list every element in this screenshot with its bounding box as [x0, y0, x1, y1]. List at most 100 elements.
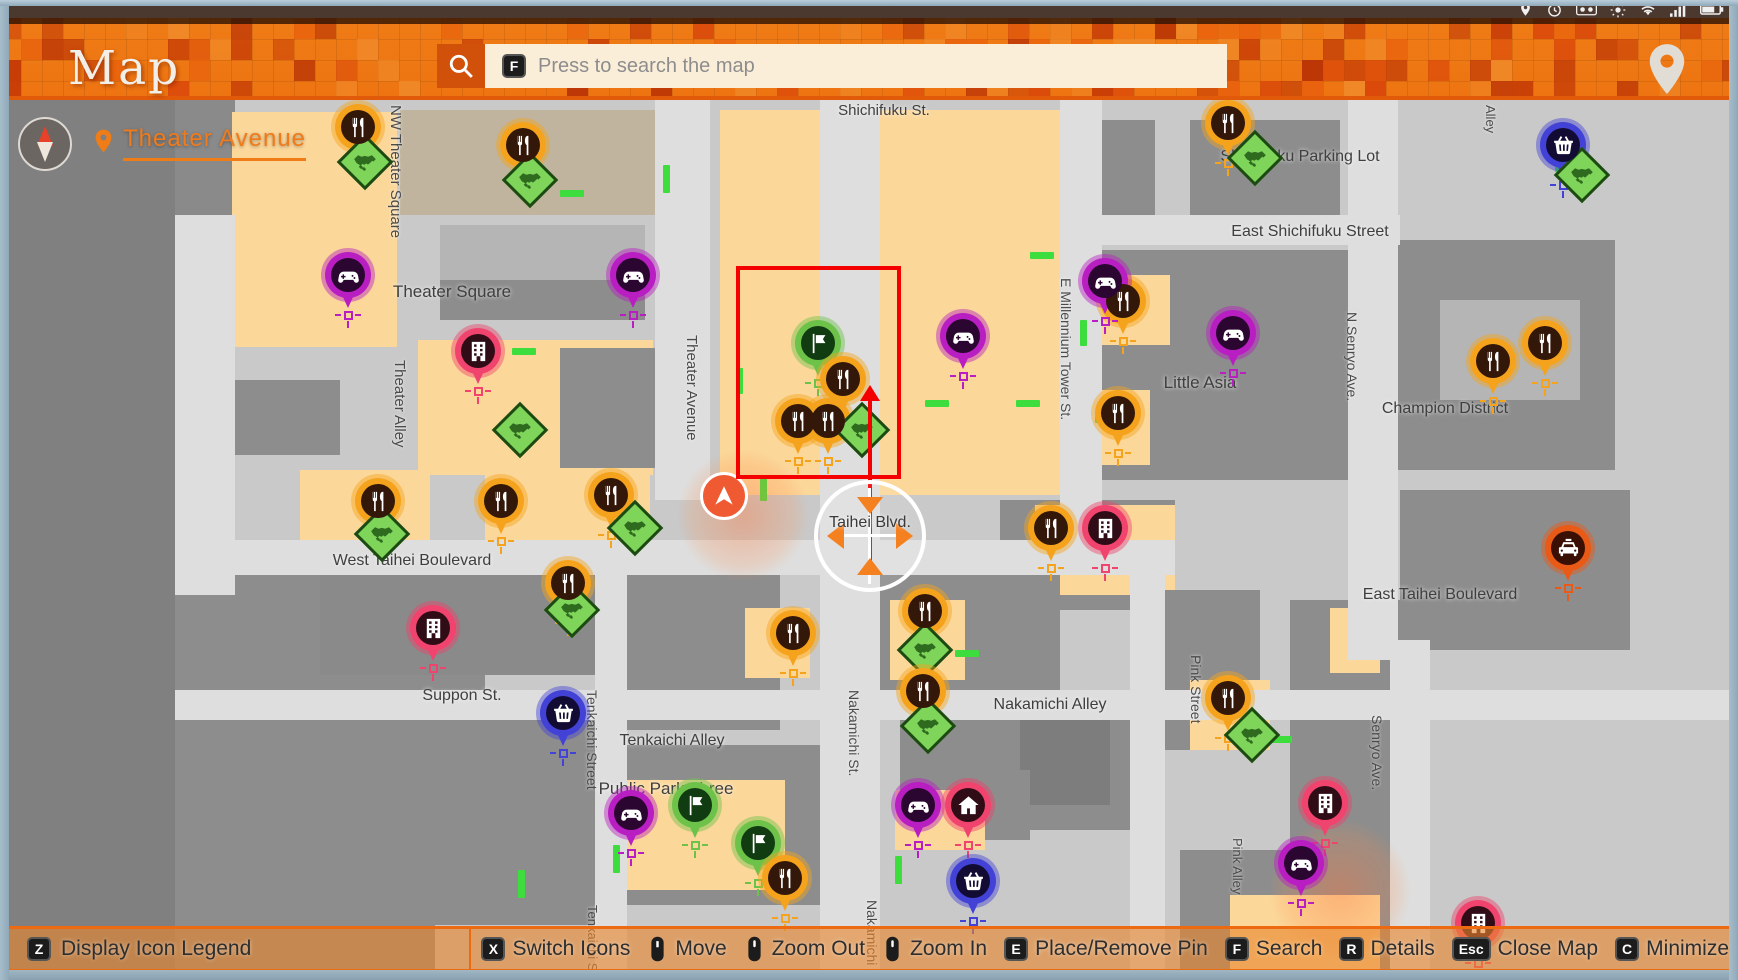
handshake-icon [503, 413, 537, 447]
map-pin-arcade[interactable] [891, 778, 945, 840]
cutlery-icon [1476, 344, 1510, 378]
map-pin-business[interactable] [406, 601, 460, 663]
control-hint-zoom-in[interactable]: Zoom In [882, 935, 987, 963]
street-label: NW Theater Square [387, 105, 404, 239]
control-hint-label: Minimize [1646, 937, 1729, 960]
flag-icon [741, 826, 775, 860]
building-icon [461, 334, 495, 368]
key-badge: F [1224, 937, 1249, 961]
map-pin-arcade[interactable] [606, 248, 660, 310]
cutlery-icon [1034, 511, 1068, 545]
pin-ground-anchor [1220, 366, 1246, 386]
mosaic-tile [336, 60, 357, 81]
control-hint-search[interactable]: F Search [1224, 937, 1322, 961]
map-pin-arcade[interactable] [321, 248, 375, 310]
key-badge: E [1004, 937, 1029, 961]
search-input[interactable]: F Press to search the map [485, 44, 1227, 88]
map-pin-restaurant[interactable] [766, 606, 820, 668]
map-pin-business[interactable] [1298, 776, 1352, 838]
mosaic-tile [210, 39, 231, 60]
flag-icon [801, 326, 835, 360]
control-hint-close-map[interactable]: Esc Close Map [1451, 937, 1598, 961]
reticle-arrow-up-icon[interactable] [857, 558, 883, 575]
mosaic-tile [273, 39, 294, 60]
mosaic-tile [1617, 39, 1638, 60]
pin-ground-anchor [950, 369, 976, 389]
map-pin-taxi[interactable] [1541, 521, 1595, 583]
gamepad-icon [901, 788, 935, 822]
handshake-icon [348, 145, 382, 179]
map-pin-home[interactable] [941, 778, 995, 840]
reticle-arrow-down-icon[interactable] [857, 497, 883, 514]
pin-ground-anchor [1105, 446, 1131, 466]
street-label: Theater Alley [391, 360, 408, 448]
cutlery-icon [484, 484, 518, 518]
pan-reticle[interactable]: Taihei Blvd. [814, 480, 926, 592]
search-placeholder: Press to search the map [538, 54, 755, 77]
district-label: Shichifuku St. [838, 102, 930, 119]
map-pin-restaurant[interactable] [758, 851, 812, 913]
control-hint-switch-icons[interactable]: X Switch Icons [481, 937, 630, 961]
cutlery-icon [1528, 326, 1562, 360]
pin-ground-anchor [1092, 561, 1118, 581]
reticle-street-label: Taihei Blvd. [829, 514, 911, 531]
control-hint-details[interactable]: R Details [1339, 937, 1435, 961]
control-hint-minimize[interactable]: C Minimize [1615, 937, 1729, 961]
handshake-icon [1238, 141, 1272, 175]
legend-label: Display Icon Legend [61, 937, 252, 960]
map-pin-store[interactable] [946, 854, 1000, 916]
key-badge: X [481, 937, 506, 961]
selection-box [736, 266, 901, 479]
street-label: Theater Avenue [683, 335, 700, 441]
mosaic-tile [294, 60, 315, 81]
key-badge: Esc [1451, 937, 1491, 961]
map-pin-business[interactable] [451, 324, 505, 386]
control-hint-zoom-out[interactable]: Zoom Out [744, 935, 865, 963]
map-pin-icon[interactable] [1644, 44, 1690, 94]
map-pin-store[interactable] [536, 686, 590, 748]
map-pin-business[interactable] [1078, 501, 1132, 563]
location-pin-icon [93, 129, 114, 158]
map-pin-arcade[interactable] [936, 309, 990, 371]
street-label: Pink Alley [1230, 838, 1245, 895]
screen-top-edge [0, 0, 1738, 6]
mosaic-tile [1491, 60, 1512, 81]
pin-ground-anchor [1092, 314, 1118, 334]
mosaic-tile [1386, 60, 1407, 81]
map-pin-restaurant[interactable] [474, 474, 528, 536]
mosaic-tile [1386, 39, 1407, 60]
map-pin-restaurant[interactable] [1024, 501, 1078, 563]
page-title: Map [68, 41, 181, 96]
map-pin-objective[interactable] [668, 778, 722, 840]
mosaic-tile [231, 39, 252, 60]
mosaic-tile [1260, 39, 1281, 60]
control-hint-move[interactable]: Move [647, 935, 727, 963]
cutlery-icon [506, 128, 540, 162]
map-pin-restaurant[interactable] [1466, 334, 1520, 396]
control-hint-place-remove-pin[interactable]: E Place/Remove Pin [1004, 937, 1208, 961]
cutlery-icon [906, 674, 940, 708]
map-pin-arcade[interactable] [1206, 306, 1260, 368]
pin-ground-anchor [1555, 581, 1581, 601]
building-icon [1308, 786, 1342, 820]
mouse-scroll-icon [744, 935, 765, 963]
map-pin-arcade[interactable] [1274, 836, 1328, 898]
selection-arrow-icon [860, 385, 880, 401]
location-name: Theater Avenue [123, 125, 307, 161]
search-icon[interactable] [437, 44, 485, 88]
handshake-icon [1565, 158, 1599, 192]
street-label: Nakamichi St. [846, 690, 862, 777]
search-bar[interactable]: F Press to search the map [437, 44, 1227, 88]
cutlery-icon [1211, 681, 1245, 715]
map-header: Map F Press to search the map [0, 18, 1738, 100]
map-pin-restaurant[interactable] [1518, 316, 1572, 378]
street-label: Senryo Ave. [1369, 715, 1385, 791]
street-label: Alley [1483, 105, 1498, 134]
display-icon-legend-button[interactable]: Z Display Icon Legend [0, 929, 472, 969]
control-hint-bar: Z Display Icon Legend X Switch Icons Move Z… [0, 926, 1738, 972]
map-pin-restaurant[interactable] [1091, 386, 1145, 448]
cutlery-icon [908, 594, 942, 628]
player-marker [700, 472, 748, 520]
map-pin-arcade[interactable] [604, 786, 658, 848]
gamepad-icon [946, 319, 980, 353]
